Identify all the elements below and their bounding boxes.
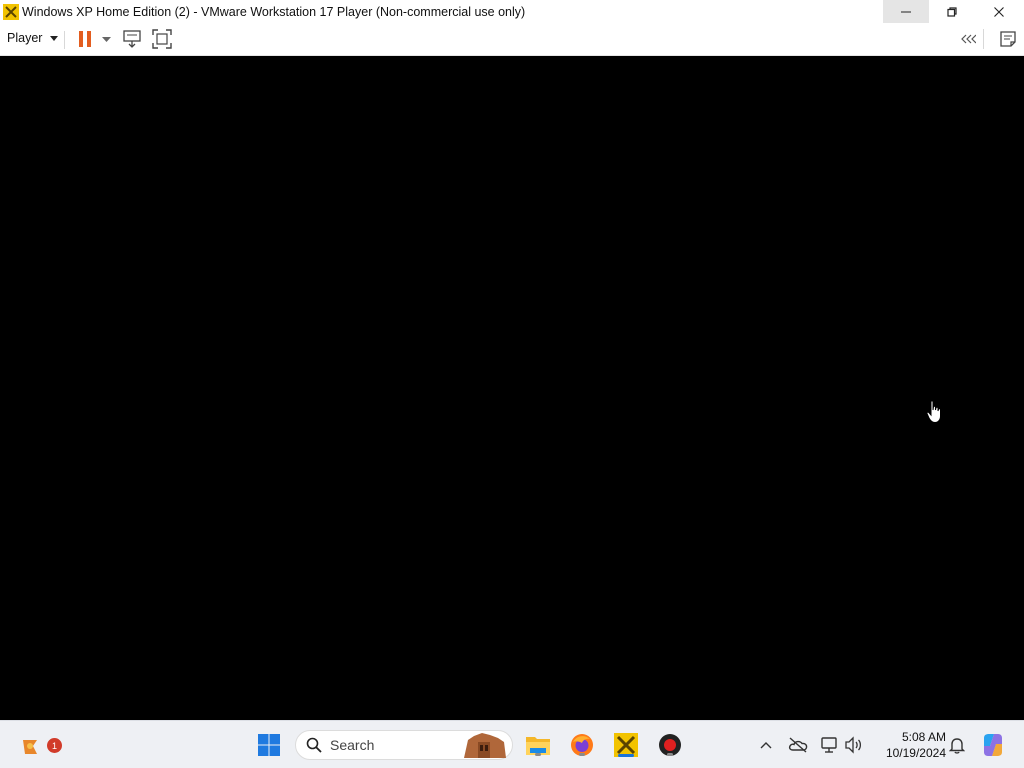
message-log-icon bbox=[1000, 31, 1016, 47]
firefox-button[interactable] bbox=[567, 730, 597, 760]
toolbar-divider bbox=[64, 31, 65, 49]
minimize-button[interactable] bbox=[883, 0, 929, 23]
running-indicator bbox=[579, 753, 585, 756]
minimize-icon bbox=[901, 11, 911, 12]
copilot-icon bbox=[984, 734, 1002, 756]
widgets-weather-icon bbox=[23, 740, 37, 754]
restore-icon bbox=[947, 6, 957, 17]
hand-cursor-icon bbox=[926, 400, 941, 424]
search-placeholder: Search bbox=[330, 737, 375, 753]
clock-time: 5:08 AM bbox=[901, 730, 946, 744]
windows-taskbar: 1 Search 5:08 AM 10/19/2024 bbox=[0, 720, 1024, 768]
pause-icon bbox=[79, 31, 91, 47]
volume-button[interactable] bbox=[843, 735, 865, 755]
widgets-button[interactable]: 1 bbox=[16, 731, 62, 761]
virtual-machine-display[interactable] bbox=[0, 56, 1024, 720]
send-ctrl-alt-del-button[interactable] bbox=[122, 30, 142, 48]
player-toolbar: Player bbox=[0, 23, 1024, 56]
copilot-button[interactable] bbox=[979, 731, 1007, 759]
restore-button[interactable] bbox=[929, 0, 975, 23]
full-screen-icon bbox=[152, 29, 172, 49]
window-title: Windows XP Home Edition (2) - VMware Wor… bbox=[22, 4, 526, 19]
full-screen-button[interactable] bbox=[152, 29, 172, 49]
chevron-down-icon bbox=[50, 35, 59, 41]
player-menu-button[interactable]: Player bbox=[7, 31, 59, 45]
close-button[interactable] bbox=[976, 0, 1022, 23]
collapse-toolbar-button[interactable] bbox=[960, 33, 976, 45]
pause-dropdown-button[interactable] bbox=[102, 37, 111, 43]
onedrive-offline-icon bbox=[788, 737, 808, 753]
close-icon bbox=[994, 6, 1004, 17]
network-icon bbox=[821, 737, 837, 753]
running-indicator bbox=[667, 753, 673, 756]
notification-center-button[interactable] bbox=[947, 735, 967, 755]
onedrive-button[interactable] bbox=[788, 735, 808, 755]
title-bar: Windows XP Home Edition (2) - VMware Wor… bbox=[0, 0, 1024, 23]
message-log-button[interactable] bbox=[999, 30, 1017, 48]
show-hidden-icons-button[interactable] bbox=[758, 737, 774, 753]
search-highlight-image bbox=[464, 733, 506, 758]
volume-icon bbox=[845, 736, 862, 754]
toolbar-right-divider bbox=[983, 29, 984, 49]
active-window-indicator bbox=[618, 754, 634, 757]
taskbar-search-box[interactable]: Search bbox=[295, 730, 513, 760]
running-indicator bbox=[535, 753, 541, 756]
dropdown-caret-icon bbox=[102, 37, 111, 42]
file-explorer-button[interactable] bbox=[523, 730, 553, 760]
notification-bell-icon bbox=[949, 738, 965, 754]
recorder-button[interactable] bbox=[655, 730, 685, 760]
send-ctrl-alt-del-icon bbox=[123, 30, 141, 48]
search-icon bbox=[306, 737, 322, 753]
vmware-app-icon[interactable] bbox=[3, 3, 19, 20]
network-button[interactable] bbox=[819, 735, 839, 755]
pause-button[interactable] bbox=[78, 30, 92, 48]
chevron-up-icon bbox=[760, 742, 772, 749]
clock-date: 10/19/2024 bbox=[885, 746, 946, 760]
player-menu-label: Player bbox=[7, 31, 43, 45]
notification-badge: 1 bbox=[47, 738, 62, 753]
start-button[interactable] bbox=[255, 731, 283, 759]
taskbar-clock[interactable]: 5:08 AM 10/19/2024 bbox=[874, 729, 946, 761]
collapse-toolbar-icon bbox=[961, 34, 976, 44]
windows-start-icon bbox=[258, 734, 280, 756]
vmware-player-taskbar-button[interactable] bbox=[611, 730, 641, 760]
